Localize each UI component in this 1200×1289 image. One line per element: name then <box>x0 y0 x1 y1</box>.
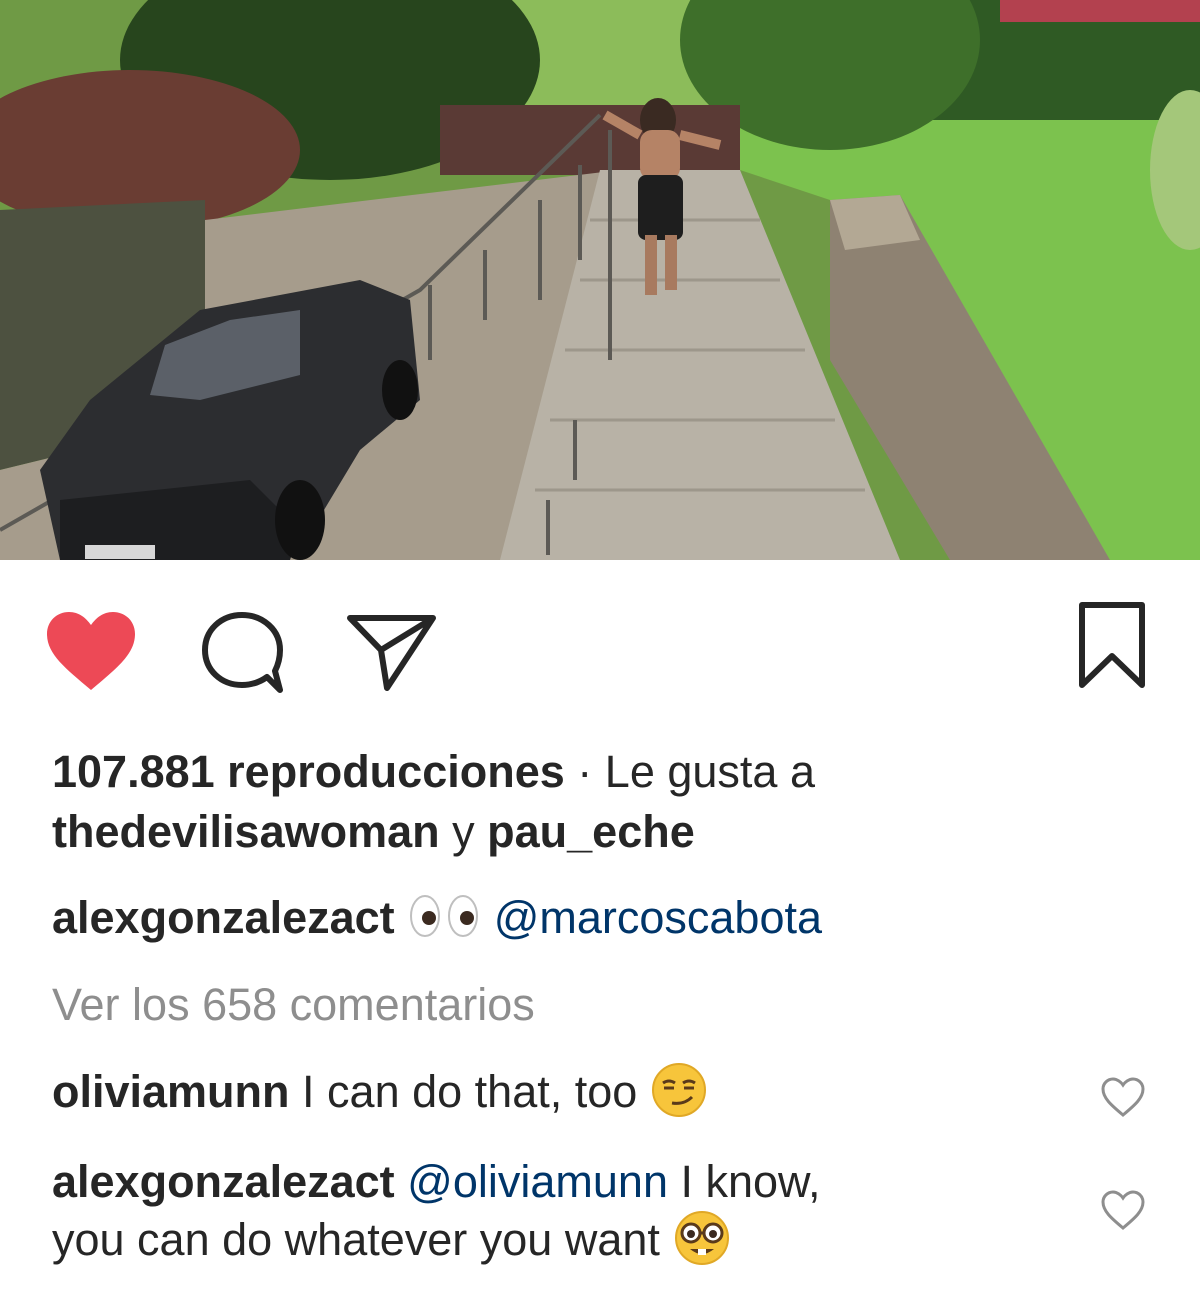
view-all-comments-link[interactable]: Ver los 658 comentarios <box>52 975 535 1035</box>
views-line: 107.881 reproducciones · Le gusta a <box>52 742 815 802</box>
comment-item: alexgonzalezact @oliviamunn I know, <box>52 1152 821 1212</box>
liked-user-link[interactable]: pau_eche <box>487 806 695 857</box>
comment-item: oliviamunn I can do that, too <box>52 1062 708 1124</box>
comment-author[interactable]: oliviamunn <box>52 1066 290 1117</box>
eyes-emoji-icon <box>407 892 481 940</box>
caption-author[interactable]: alexgonzalezact <box>52 892 395 943</box>
liked-by-prefix: Le gusta a <box>604 746 815 797</box>
comment-icon[interactable] <box>200 610 285 695</box>
comment-mention[interactable]: @oliviamunn <box>407 1156 668 1207</box>
comment-heart-outline-icon[interactable] <box>1100 1077 1146 1117</box>
bookmark-icon[interactable] <box>1077 600 1147 692</box>
caption-mention[interactable]: @marcoscabota <box>494 892 822 943</box>
comment-text: you can do whatever you want <box>52 1214 660 1265</box>
share-icon[interactable] <box>345 610 437 692</box>
liked-joiner: y <box>452 806 475 857</box>
smirking-face-emoji-icon <box>650 1061 708 1119</box>
video-frame-illustration <box>0 0 1200 560</box>
post-video[interactable] <box>0 0 1200 560</box>
comment-text: I can do that, too <box>302 1066 638 1117</box>
views-count[interactable]: 107.881 reproducciones <box>52 746 565 797</box>
heart-filled-icon[interactable] <box>45 610 137 692</box>
separator-dot: · <box>577 746 593 797</box>
comment-continuation: you can do whatever you want <box>52 1210 732 1272</box>
liked-by-line: thedevilisawoman y pau_eche <box>52 802 695 862</box>
action-bar <box>0 600 1200 700</box>
comment-text: I know, <box>680 1156 821 1207</box>
caption: alexgonzalezact @marcoscabota <box>52 888 822 948</box>
comment-heart-outline-icon[interactable] <box>1100 1190 1146 1230</box>
liked-user-link[interactable]: thedevilisawoman <box>52 806 440 857</box>
nerd-face-emoji-icon <box>672 1209 732 1267</box>
comment-author[interactable]: alexgonzalezact <box>52 1156 395 1207</box>
